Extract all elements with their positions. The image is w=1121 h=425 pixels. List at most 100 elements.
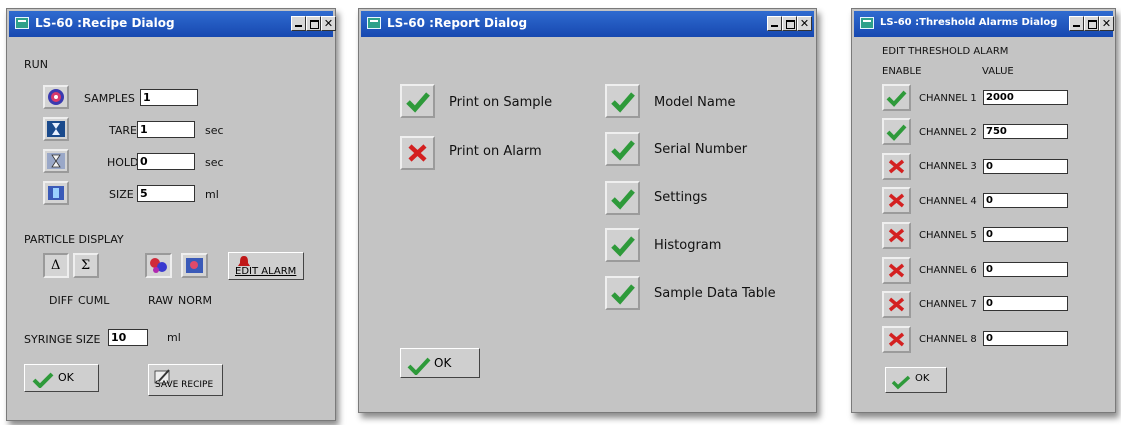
serial-number-checkbox[interactable]: [605, 132, 640, 166]
maximize-button[interactable]: [1084, 16, 1099, 31]
checkmark-icon: [406, 92, 430, 113]
channel-2-enable-checkbox[interactable]: [882, 118, 911, 145]
hold-unit: sec: [205, 156, 224, 169]
channel-5-enable-checkbox[interactable]: [882, 222, 911, 249]
channel-6-enable-checkbox[interactable]: [882, 257, 911, 284]
channel-6-label: CHANNEL 6: [919, 265, 977, 276]
ok-label: OK: [434, 356, 452, 370]
ok-button[interactable]: OK: [885, 367, 947, 393]
ok-label: OK: [915, 373, 930, 384]
hold-label: HOLD: [107, 156, 139, 169]
channel-8-value-input[interactable]: 0: [983, 331, 1068, 346]
close-button[interactable]: ✕: [321, 16, 336, 31]
checkmark-icon: [886, 90, 907, 107]
cross-icon: [888, 263, 905, 278]
save-recipe-label: SAVE RECIPE: [155, 380, 214, 390]
diff-toggle[interactable]: Δ: [43, 253, 69, 278]
minimize-button[interactable]: [767, 16, 782, 31]
edit-alarm-button[interactable]: EDIT ALARM: [228, 252, 304, 280]
channel-1-value-input[interactable]: 2000: [983, 90, 1068, 105]
syringe-size-unit: ml: [167, 331, 181, 344]
channel-1-enable-checkbox[interactable]: [882, 84, 911, 111]
serial-number-label: Serial Number: [654, 142, 748, 157]
hourglass-icon: [47, 153, 65, 169]
channel-3-enable-checkbox[interactable]: [882, 153, 911, 180]
maximize-button[interactable]: [306, 16, 321, 31]
size-input[interactable]: 5: [137, 185, 195, 202]
app-icon: [367, 17, 381, 29]
size-icon-button[interactable]: [43, 181, 69, 205]
channel-8-enable-checkbox[interactable]: [882, 326, 911, 353]
raw-toggle[interactable]: [145, 253, 172, 278]
samples-label: SAMPLES: [84, 92, 135, 105]
tare-label: TARE: [109, 124, 137, 137]
cross-icon: [888, 159, 905, 174]
model-name-checkbox[interactable]: [605, 84, 640, 118]
settings-checkbox[interactable]: [605, 181, 640, 215]
channel-4-value-input[interactable]: 0: [983, 193, 1068, 208]
print-on-alarm-checkbox[interactable]: [400, 136, 435, 170]
minimize-button[interactable]: [291, 16, 306, 31]
checkmark-icon: [886, 124, 907, 141]
histogram-checkbox[interactable]: [605, 228, 640, 262]
app-icon: [860, 17, 874, 29]
threshold-titlebar[interactable]: LS-60 :Threshold Alarms Dialog ✕: [854, 11, 1114, 37]
maximize-button[interactable]: [782, 16, 797, 31]
syringe-size-input[interactable]: 10: [108, 329, 148, 346]
size-unit: ml: [205, 188, 219, 201]
channel-5-label: CHANNEL 5: [919, 230, 977, 241]
tare-input[interactable]: 1: [137, 121, 195, 138]
delta-icon: Δ: [51, 258, 61, 273]
minimize-button[interactable]: [1069, 16, 1084, 31]
channel-2-value-input[interactable]: 750: [983, 124, 1068, 139]
channel-7-label: CHANNEL 7: [919, 299, 977, 310]
channel-8-label: CHANNEL 8: [919, 334, 977, 345]
particles-icon: [150, 258, 167, 273]
target-icon: [48, 89, 64, 105]
samples-input[interactable]: 1: [140, 89, 198, 106]
report-titlebar[interactable]: LS-60 :Report Dialog ✕: [361, 11, 814, 37]
checkmark-icon: [32, 372, 54, 388]
checkmark-icon: [611, 189, 635, 210]
sample-data-table-label: Sample Data Table: [654, 286, 776, 301]
channel-5-value-input[interactable]: 0: [983, 227, 1068, 242]
app-icon: [15, 17, 29, 29]
channel-4-enable-checkbox[interactable]: [882, 187, 911, 214]
cross-icon: [888, 297, 905, 312]
channel-3-label: CHANNEL 3: [919, 161, 977, 172]
checkmark-icon: [407, 357, 431, 375]
channel-7-enable-checkbox[interactable]: [882, 291, 911, 318]
checkmark-icon: [611, 284, 635, 305]
cuml-toggle[interactable]: Σ: [73, 253, 99, 278]
samples-icon-button[interactable]: [43, 85, 69, 109]
sample-data-table-checkbox[interactable]: [605, 276, 640, 310]
tare-unit: sec: [205, 124, 224, 137]
enable-column-header: ENABLE: [882, 66, 922, 77]
close-button[interactable]: ✕: [1099, 16, 1114, 31]
hold-input[interactable]: 0: [137, 153, 195, 170]
channel-2-label: CHANNEL 2: [919, 127, 977, 138]
hourglass-icon: [47, 121, 65, 137]
tare-icon-button[interactable]: [43, 117, 69, 141]
diff-label: DIFF: [49, 294, 74, 307]
channel-6-value-input[interactable]: 0: [983, 262, 1068, 277]
cross-icon: [888, 193, 905, 208]
ok-button[interactable]: OK: [400, 348, 480, 378]
save-recipe-button[interactable]: SAVE RECIPE: [148, 364, 223, 396]
channel-3-value-input[interactable]: 0: [983, 159, 1068, 174]
report-dialog: LS-60 :Report Dialog ✕ Print on Sample P…: [358, 8, 817, 413]
print-on-sample-checkbox[interactable]: [400, 84, 435, 118]
threshold-alarms-dialog: LS-60 :Threshold Alarms Dialog ✕ EDIT TH…: [851, 8, 1116, 413]
edit-threshold-header: EDIT THRESHOLD ALARM: [882, 46, 1009, 57]
window-title: LS-60 :Threshold Alarms Dialog: [880, 17, 1058, 28]
norm-toggle[interactable]: [181, 253, 208, 278]
syringe-icon: [48, 186, 64, 200]
recipe-titlebar[interactable]: LS-60 :Recipe Dialog ✕: [9, 11, 336, 37]
print-on-sample-label: Print on Sample: [449, 95, 553, 110]
raw-label: RAW: [148, 294, 173, 307]
ok-button[interactable]: OK: [24, 364, 99, 392]
window-title: LS-60 :Recipe Dialog: [35, 16, 175, 30]
channel-7-value-input[interactable]: 0: [983, 296, 1068, 311]
hold-icon-button[interactable]: [43, 149, 69, 173]
close-button[interactable]: ✕: [797, 16, 812, 31]
